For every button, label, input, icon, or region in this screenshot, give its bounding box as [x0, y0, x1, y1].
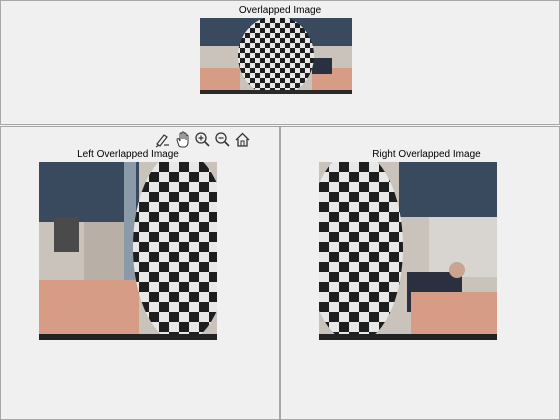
overlapped-image-panel: Overlapped Image [0, 0, 560, 125]
overlapped-image[interactable] [200, 18, 352, 94]
overlapped-image-title: Overlapped Image [238, 5, 322, 16]
left-overlapped-image-title: Left Overlapped Image [77, 149, 179, 160]
zoom-in-button[interactable] [193, 130, 212, 149]
right-overlapped-image-panel: Right Overlapped Image [280, 126, 560, 420]
right-overlapped-image[interactable] [319, 162, 497, 340]
brush-icon [155, 134, 169, 148]
zoom-in-icon [195, 132, 210, 147]
brush-tool-button[interactable] [153, 130, 172, 149]
zoom-out-button[interactable] [213, 130, 232, 149]
left-overlapped-image-panel: Left Overlapped Image [0, 126, 280, 420]
pan-tool-button[interactable] [173, 130, 192, 149]
pan-hand-icon [176, 131, 189, 148]
zoom-out-icon [215, 132, 230, 147]
left-overlapped-image[interactable] [39, 162, 217, 340]
axes-toolbar [153, 130, 252, 150]
home-button[interactable] [233, 130, 252, 149]
home-icon [235, 132, 250, 147]
right-overlapped-image-title: Right Overlapped Image [372, 149, 481, 160]
